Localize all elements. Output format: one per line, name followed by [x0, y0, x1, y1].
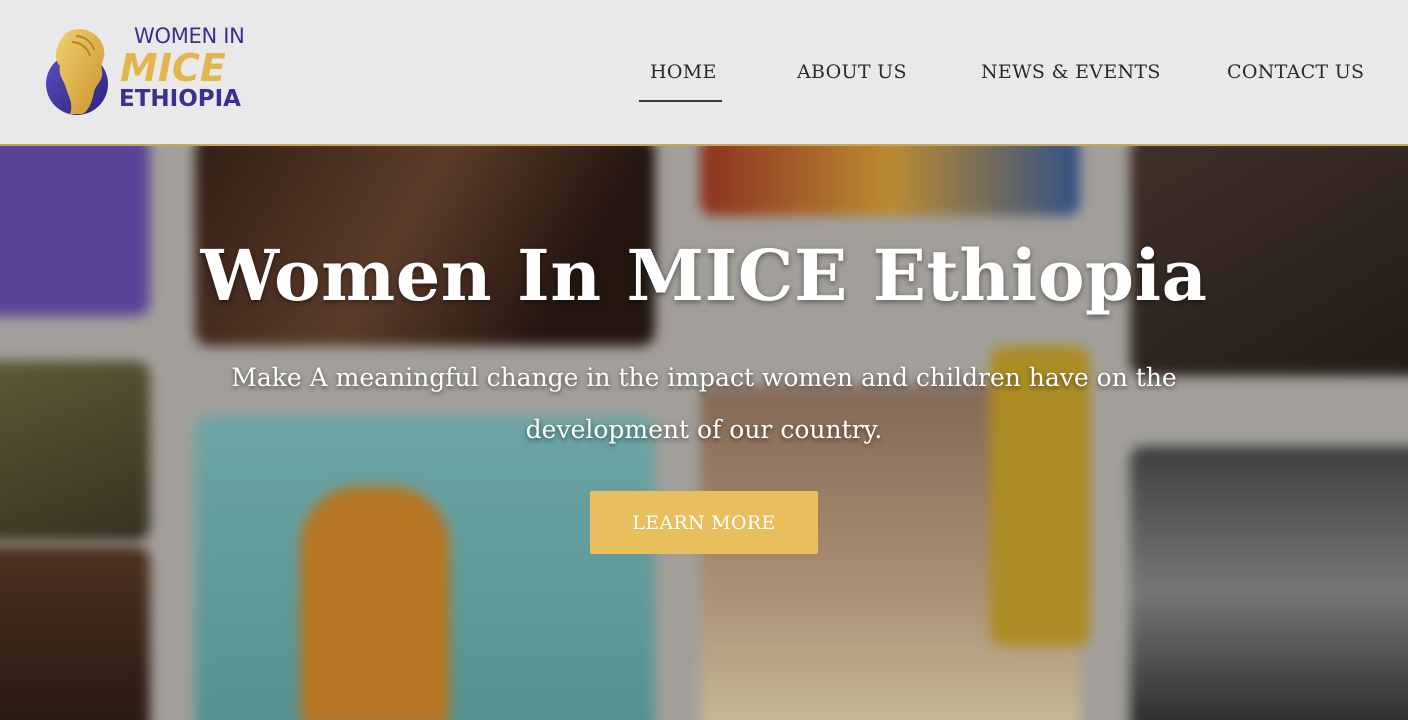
hero-title: Women In MICE Ethiopia [200, 234, 1208, 317]
hero-section: Women In MICE Ethiopia Make A meaningful… [0, 146, 1408, 720]
site-header: WOMEN IN MICE ETHIOPIA HOME ABOUT US NEW… [0, 0, 1408, 146]
learn-more-button[interactable]: LEARN MORE [590, 491, 818, 554]
nav-active-indicator [639, 100, 722, 102]
nav-item-contact-us[interactable]: CONTACT US [1227, 58, 1364, 86]
hero-subtitle: Make A meaningful change in the impact w… [231, 363, 1177, 444]
main-nav: HOME ABOUT US NEWS & EVENTS CONTACT US [0, 0, 1408, 146]
nav-item-about-us[interactable]: ABOUT US [797, 58, 907, 86]
nav-item-news-events[interactable]: NEWS & EVENTS [981, 58, 1161, 86]
nav-item-home[interactable]: HOME [650, 58, 717, 86]
